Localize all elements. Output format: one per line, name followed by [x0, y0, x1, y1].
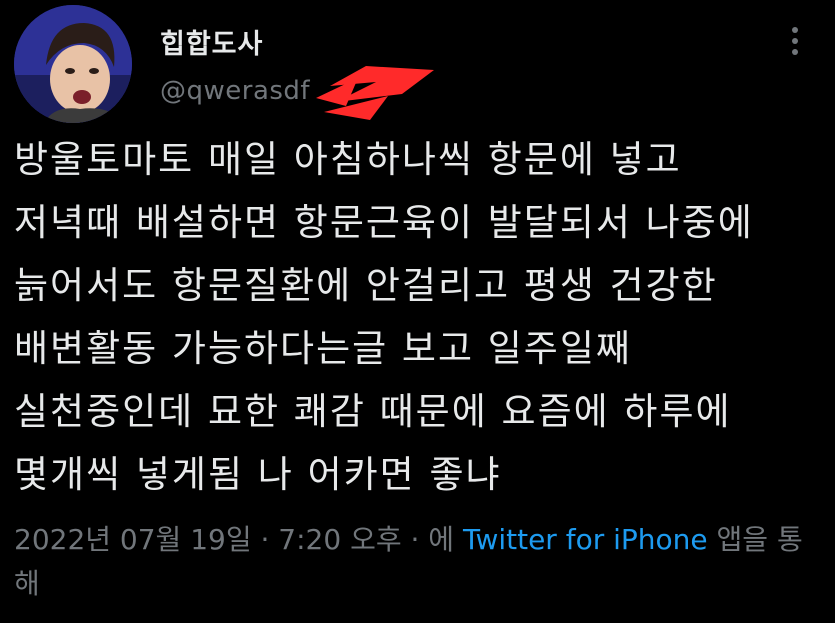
- tweet-text-line: 배변활동 가능하다는글 보고 일주일째: [14, 327, 632, 370]
- timestamp[interactable]: 2022년 07월 19일 · 7:20 오후 · 에: [14, 523, 463, 556]
- avatar[interactable]: [14, 5, 132, 123]
- tweet-text-line: 실천중인데 묘한 쾌감 때문에 요즘에 하루에: [14, 390, 732, 433]
- display-name[interactable]: 힙합도사: [160, 22, 263, 61]
- tweet-metadata: 2022년 07월 19일 · 7:20 오후 · 에 Twitter for …: [14, 518, 824, 606]
- tweet-text-line: 방울토마토 매일 아침하나씩 항문에 넣고: [14, 138, 682, 181]
- user-handle[interactable]: @qwerasdf: [160, 76, 310, 106]
- tweet-text-line: 저녁때 배설하면 항문근육이 발달되서 나중에: [14, 201, 754, 244]
- redaction-scribble: [316, 66, 434, 120]
- more-vertical-icon[interactable]: [783, 24, 807, 58]
- source-link[interactable]: Twitter for iPhone: [463, 523, 708, 556]
- tweet-text-line: 몇개씩 넣게됨 나 어카면 좋냐: [14, 453, 502, 496]
- tweet-text-line: 늙어서도 항문질환에 안걸리고 평생 건강한: [14, 264, 718, 307]
- tweet-text: 방울토마토 매일 아침하나씩 항문에 넣고 저녁때 배설하면 항문근육이 발달되…: [14, 128, 824, 506]
- avatar-image: [14, 5, 132, 123]
